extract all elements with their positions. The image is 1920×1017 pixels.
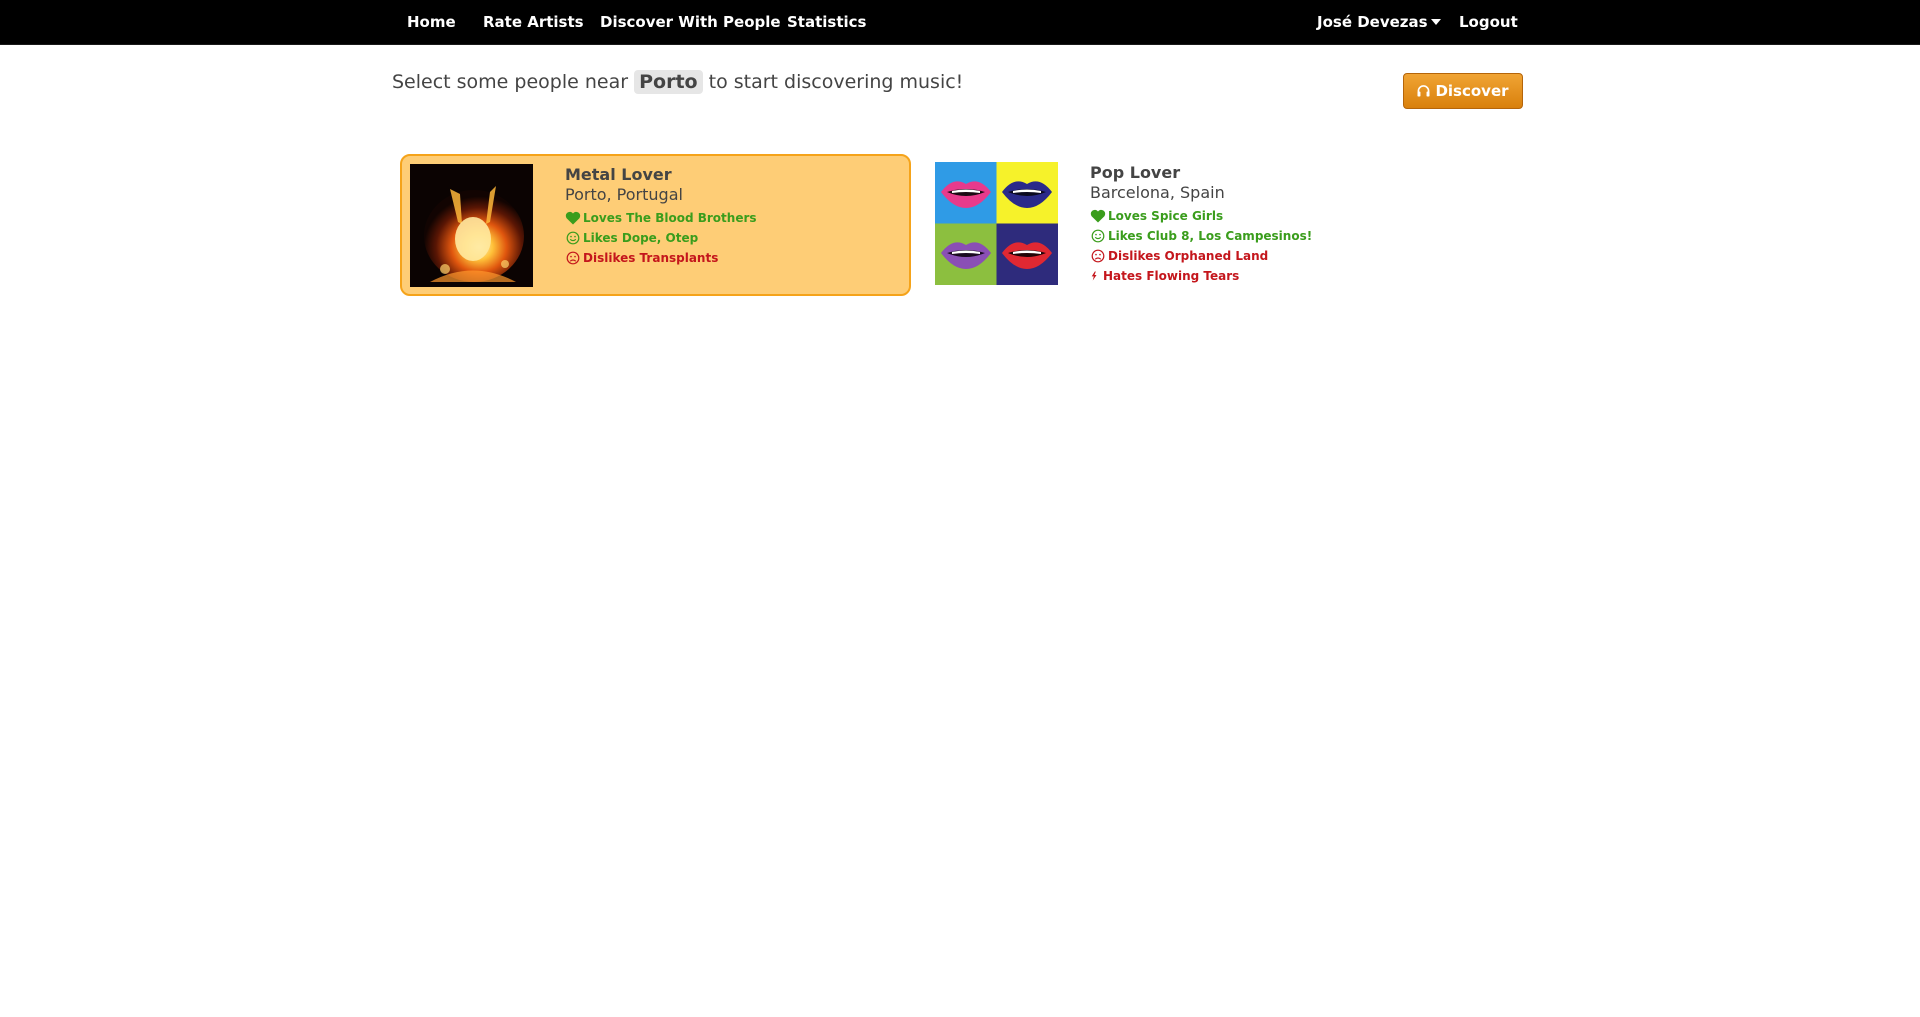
pref-loves: Loves The Blood Brothers: [565, 208, 757, 228]
caret-down-icon: [1430, 18, 1441, 25]
pref-loves-text: Loves The Blood Brothers: [583, 211, 757, 225]
person-name: Metal Lover: [565, 165, 672, 184]
person-card-pop-lover[interactable]: Pop Lover Barcelona, Spain Loves Spice G…: [927, 154, 1438, 296]
person-name: Pop Lover: [1090, 163, 1181, 182]
card-details: Metal Lover Porto, Portugal Loves The Bl…: [565, 165, 757, 268]
city-badge: Porto: [634, 70, 703, 94]
frown-icon: [1091, 249, 1105, 263]
horns-fire-image: [410, 164, 533, 287]
pref-likes: Likes Dope, Otep: [565, 228, 757, 248]
lips-pop-art-image: [935, 162, 1058, 285]
pref-likes-text: Likes Club 8, Los Campesinos!: [1108, 229, 1313, 243]
nav-statistics[interactable]: Statistics: [787, 0, 866, 45]
pref-hates: Hates Flowing Tears: [1090, 266, 1312, 286]
pref-dislikes: Dislikes Orphaned Land: [1090, 246, 1312, 266]
card-details: Pop Lover Barcelona, Spain Loves Spice G…: [1090, 163, 1312, 286]
pref-hates-text: Hates Flowing Tears: [1103, 269, 1240, 283]
nav-rate-artists[interactable]: Rate Artists: [483, 0, 584, 45]
frown-icon: [566, 251, 580, 265]
heart-icon: [1090, 209, 1106, 223]
intro-before: Select some people near: [392, 71, 629, 93]
discover-button[interactable]: Discover: [1403, 73, 1523, 109]
person-location: Porto, Portugal: [565, 185, 683, 204]
pref-dislikes: Dislikes Transplants: [565, 248, 757, 268]
intro-after: to start discovering music!: [708, 71, 964, 93]
headphones-icon: [1417, 85, 1430, 97]
discover-button-label: Discover: [1435, 82, 1509, 100]
smile-icon: [1091, 229, 1105, 243]
person-card-metal-lover[interactable]: Metal Lover Porto, Portugal Loves The Bl…: [400, 154, 911, 296]
intro-text: Select some people near Porto to start d…: [392, 70, 963, 94]
heart-icon: [565, 211, 581, 225]
user-menu[interactable]: José Devezas: [1317, 0, 1441, 45]
bolt-icon: [1091, 271, 1097, 281]
pref-likes: Likes Club 8, Los Campesinos!: [1090, 226, 1312, 246]
avatar-metal-lover: [410, 164, 533, 287]
pref-loves-text: Loves Spice Girls: [1108, 209, 1224, 223]
avatar-pop-lover: [935, 162, 1058, 285]
pref-likes-text: Likes Dope, Otep: [583, 231, 699, 245]
nav-discover-with-people[interactable]: Discover With People: [600, 0, 781, 45]
smile-icon: [566, 231, 580, 245]
nav-home[interactable]: Home: [407, 0, 456, 45]
nav-logout[interactable]: Logout: [1459, 0, 1518, 45]
person-location: Barcelona, Spain: [1090, 183, 1225, 202]
user-name: José Devezas: [1317, 13, 1428, 31]
pref-dislikes-text: Dislikes Orphaned Land: [1108, 249, 1269, 263]
top-navbar: Home Rate Artists Discover With People S…: [0, 0, 1920, 45]
pref-loves: Loves Spice Girls: [1090, 206, 1312, 226]
pref-dislikes-text: Dislikes Transplants: [583, 251, 719, 265]
